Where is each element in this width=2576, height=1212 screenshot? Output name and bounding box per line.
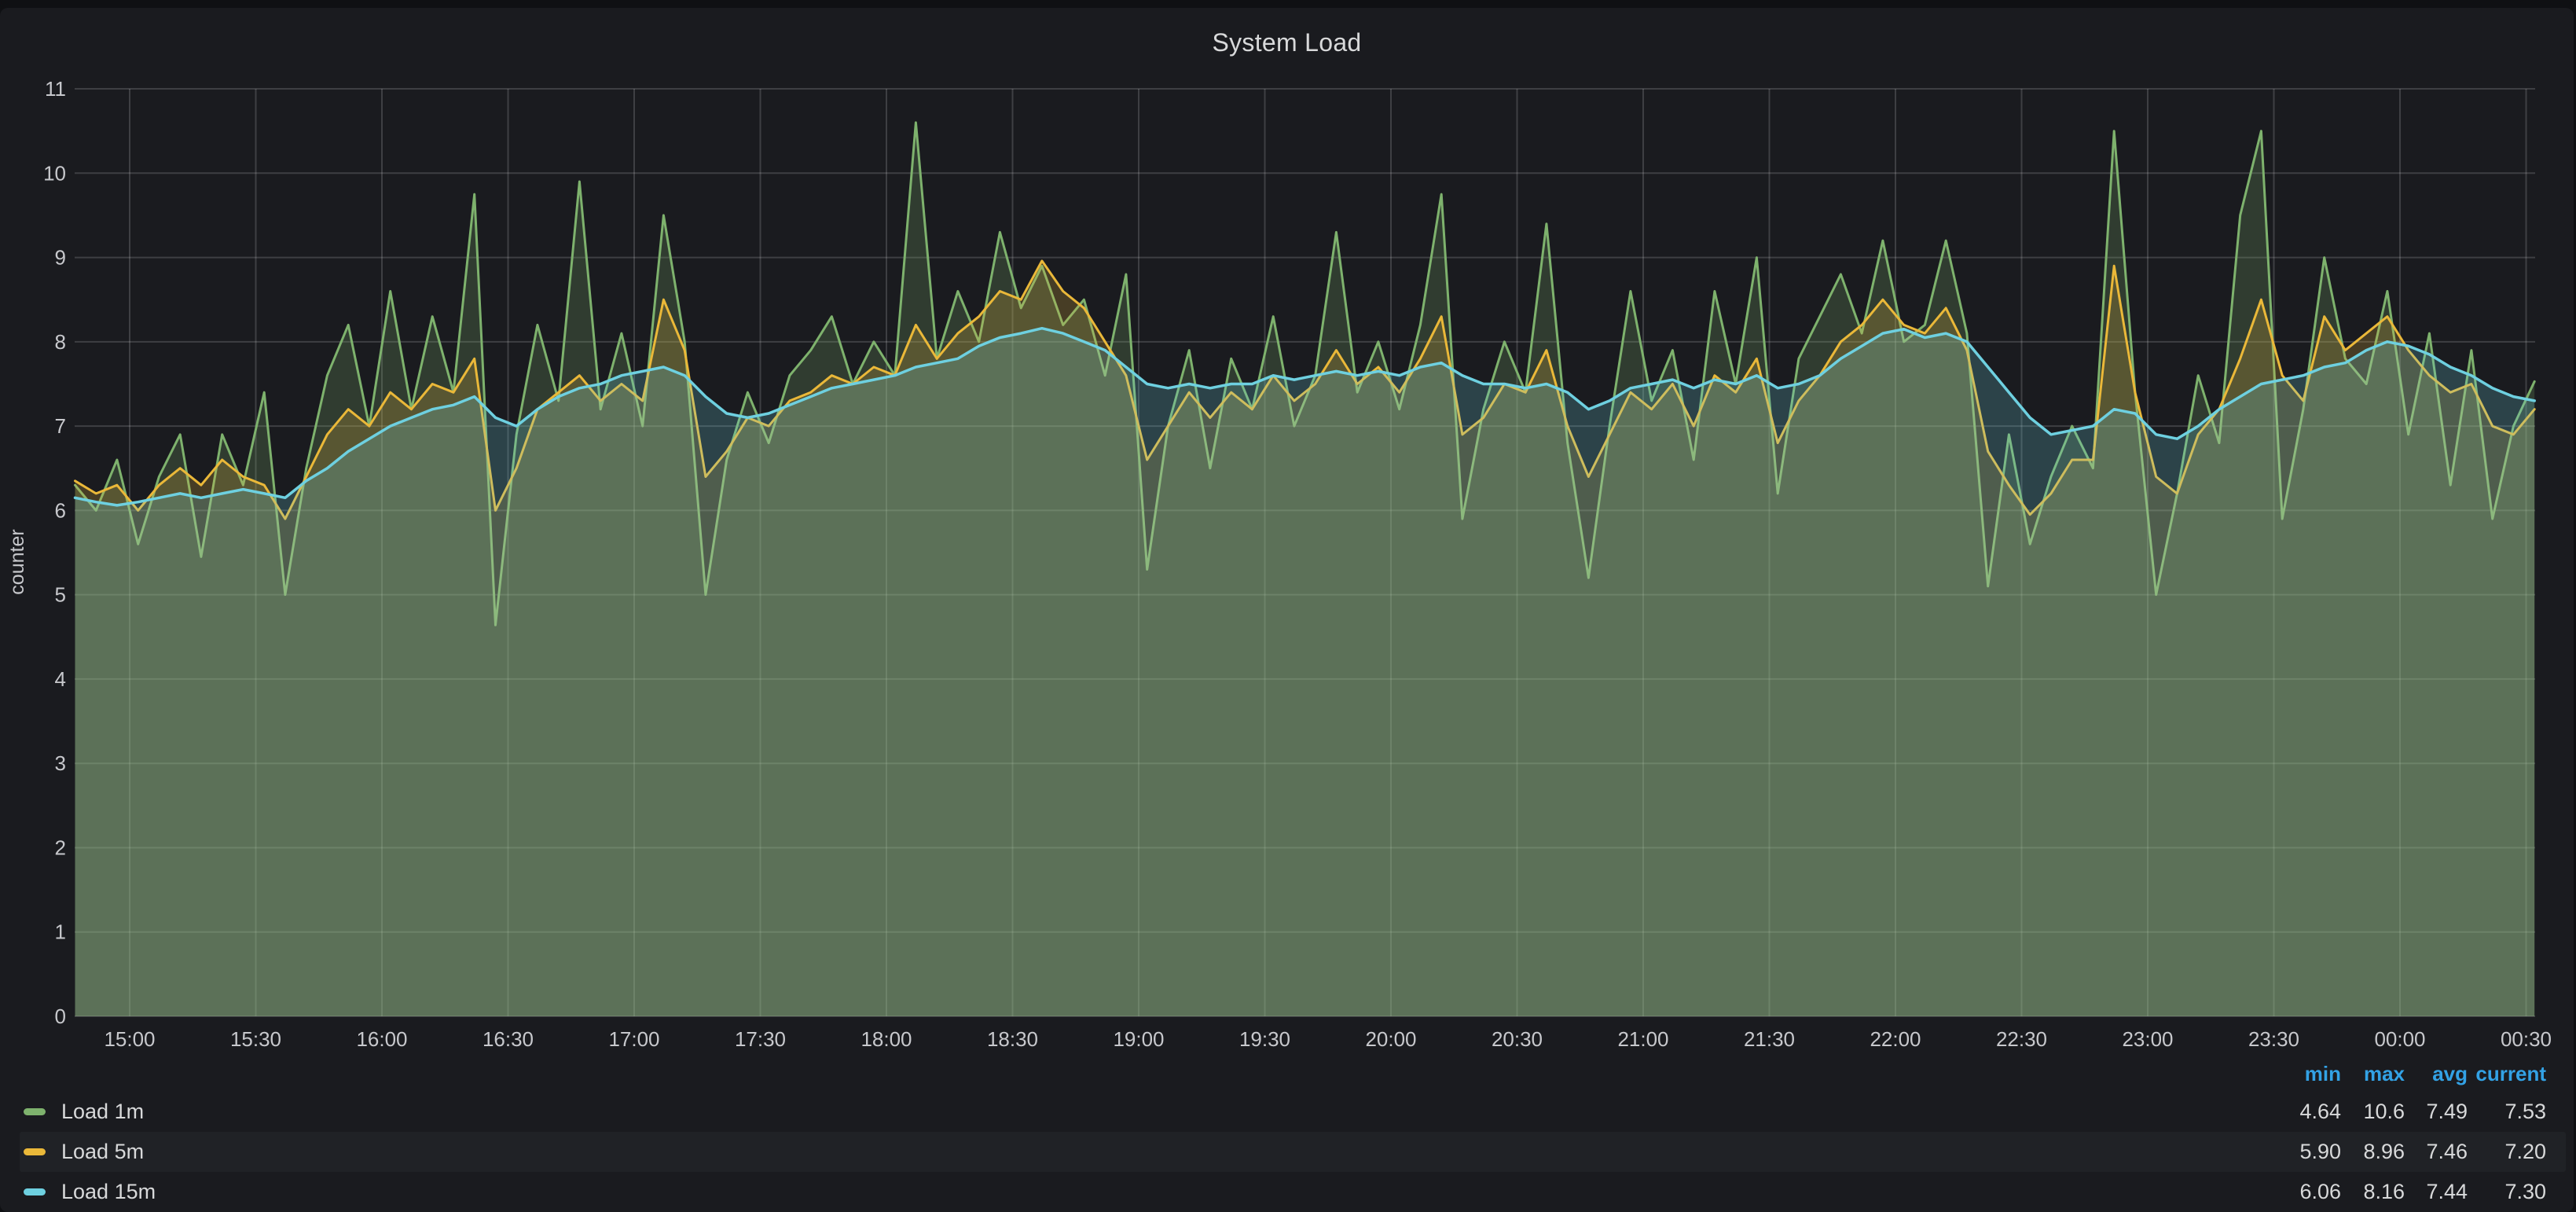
y-tick-label: 5	[55, 583, 66, 607]
y-tick-label: 3	[55, 751, 66, 775]
stat-avg-load-15m: 7.44	[2405, 1180, 2468, 1204]
legend-series-load-15m[interactable]: Load 15m	[24, 1180, 2270, 1204]
legend-stats-header: min max avg current	[24, 1056, 2546, 1092]
x-tick-label: 17:30	[735, 1027, 786, 1051]
legend-row-load-15m: Load 15m 6.06 8.16 7.44 7.30	[24, 1172, 2546, 1212]
x-tick-label: 21:00	[1617, 1027, 1668, 1051]
y-tick-label: 2	[55, 836, 66, 859]
legend-header-avg[interactable]: avg	[2405, 1062, 2468, 1086]
series-name-load-15m[interactable]: Load 15m	[61, 1180, 156, 1204]
legend-header-current[interactable]: current	[2468, 1062, 2546, 1086]
series	[75, 123, 2535, 1016]
y-axis-title: counter	[6, 529, 28, 594]
y-tick-label: 7	[55, 414, 66, 438]
stat-min-load-5m: 5.90	[2270, 1140, 2341, 1164]
y-tick-label: 0	[55, 1004, 66, 1028]
series-name-load-1m[interactable]: Load 1m	[61, 1100, 144, 1124]
x-tick-label: 16:30	[483, 1027, 534, 1051]
legend-series-load-5m[interactable]: Load 5m	[24, 1140, 2270, 1164]
stat-min-load-1m: 4.64	[2270, 1100, 2341, 1124]
y-tick-label: 9	[55, 246, 66, 270]
legend-series-load-1m[interactable]: Load 1m	[24, 1100, 2270, 1124]
y-tick-label: 10	[43, 161, 66, 185]
x-tick-label: 00:00	[2374, 1027, 2425, 1051]
x-tick-label: 18:00	[861, 1027, 912, 1051]
legend-row-load-5m: Load 5m 5.90 8.96 7.46 7.20	[20, 1132, 2566, 1172]
stat-current-load-1m: 7.53	[2468, 1100, 2546, 1124]
y-tick-label: 6	[55, 498, 66, 522]
x-tick-label: 19:30	[1239, 1027, 1290, 1051]
area-load-15m	[75, 329, 2535, 1016]
x-tick-label: 16:00	[356, 1027, 407, 1051]
y-tick-label: 4	[55, 667, 66, 691]
x-tick-label: 20:30	[1492, 1027, 1543, 1051]
x-tick-label: 19:00	[1113, 1027, 1164, 1051]
y-tick-label: 1	[55, 920, 66, 944]
x-tick-label: 15:00	[104, 1027, 155, 1051]
legend-row-load-1m: Load 1m 4.64 10.6 7.49 7.53	[24, 1092, 2546, 1132]
y-tick-label: 8	[55, 330, 66, 354]
stat-min-load-15m: 6.06	[2270, 1180, 2341, 1204]
x-tick-label: 22:30	[1996, 1027, 2047, 1051]
x-tick-label: 21:30	[1744, 1027, 1795, 1051]
x-tick-label: 17:00	[608, 1027, 659, 1051]
stat-max-load-5m: 8.96	[2341, 1140, 2405, 1164]
stat-max-load-1m: 10.6	[2341, 1100, 2405, 1124]
x-tick-label: 00:30	[2501, 1027, 2552, 1051]
x-tick-label: 18:30	[987, 1027, 1038, 1051]
legend-header-max[interactable]: max	[2341, 1062, 2405, 1086]
x-tick-label: 22:00	[1870, 1027, 1921, 1051]
x-tick-label: 23:00	[2122, 1027, 2173, 1051]
time-series-graph[interactable]: 0 1 2 3 4 5 6 7 8 9 10 11 15:00 15:30 16:00 16:30 17:00 1…	[0, 0, 2576, 1212]
x-tick-label: 23:30	[2248, 1027, 2299, 1051]
legend: min max avg current Load 1m 4.64 10.6 7.…	[0, 1056, 2574, 1212]
y-tick-label: 11	[45, 77, 66, 101]
stat-avg-load-1m: 7.49	[2405, 1100, 2468, 1124]
series-color-swatch-load-1m	[24, 1108, 46, 1115]
series-color-swatch-load-5m	[24, 1148, 46, 1155]
stat-max-load-15m: 8.16	[2341, 1180, 2405, 1204]
series-name-load-5m[interactable]: Load 5m	[61, 1140, 144, 1164]
x-tick-label: 15:30	[230, 1027, 281, 1051]
stat-avg-load-5m: 7.46	[2405, 1140, 2468, 1164]
legend-header-min[interactable]: min	[2270, 1062, 2341, 1086]
stat-current-load-5m: 7.20	[2468, 1140, 2546, 1164]
x-tick-label: 20:00	[1365, 1027, 1416, 1051]
stat-current-load-15m: 7.30	[2468, 1180, 2546, 1204]
series-color-swatch-load-15m	[24, 1188, 46, 1195]
graph-panel: System Load 0123456789101115:0015:3016:0…	[0, 8, 2574, 1212]
